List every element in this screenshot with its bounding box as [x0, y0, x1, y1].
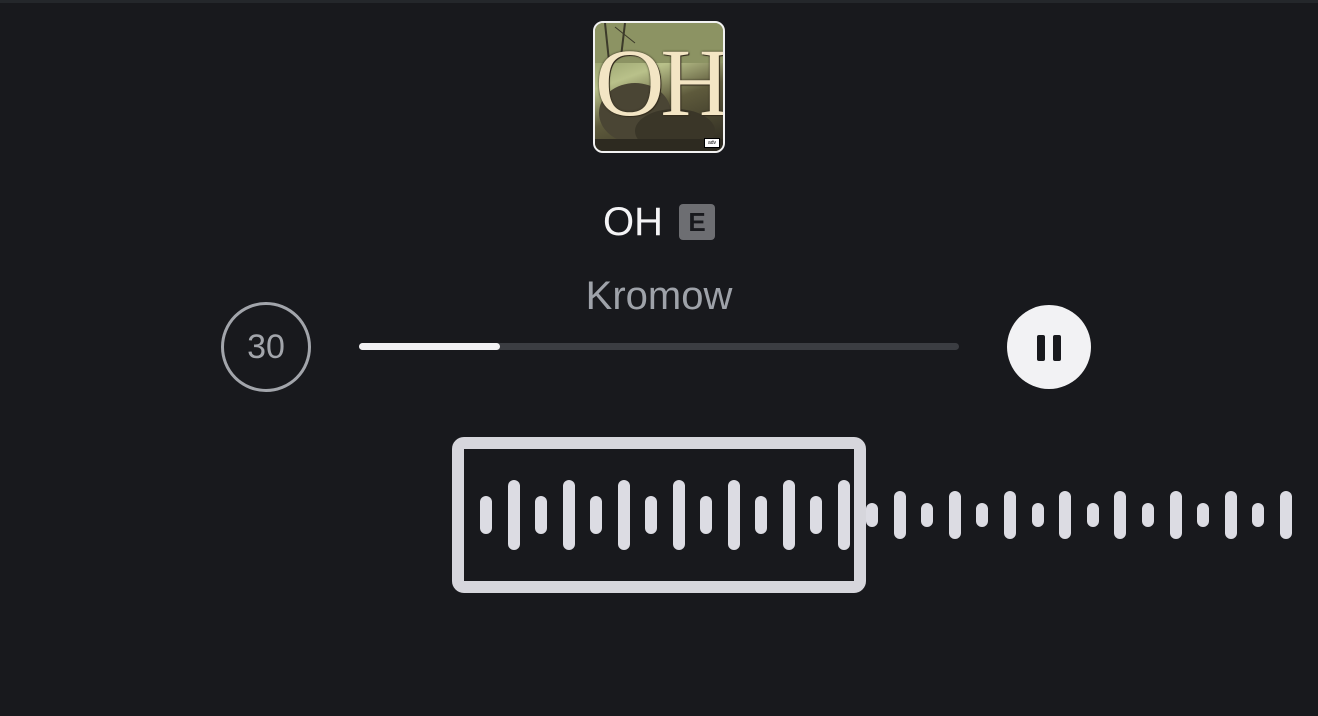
waveform-bar	[1280, 491, 1292, 539]
waveform-bar	[948, 491, 961, 539]
artist-name[interactable]: Kromow	[0, 272, 1318, 320]
waveform-bar	[1004, 491, 1016, 539]
waveform-bar	[1031, 503, 1044, 527]
album-art: OH adv	[593, 21, 725, 153]
waveform-bar	[1169, 491, 1182, 539]
rewind-30-label: 30	[247, 328, 285, 366]
pause-button[interactable]	[1007, 305, 1091, 389]
progress-bar[interactable]	[359, 343, 959, 350]
waveform-bar	[1142, 503, 1154, 527]
selection-frame[interactable]	[452, 437, 866, 593]
waveform-bar	[1197, 503, 1210, 527]
explicit-badge: E	[679, 204, 715, 240]
rewind-30-button[interactable]: 30	[221, 302, 311, 392]
waveform-bar	[866, 503, 878, 527]
waveform-bar	[921, 503, 934, 527]
pause-icon-left-bar	[1037, 335, 1045, 361]
top-divider	[0, 0, 1318, 3]
waveform-bar	[893, 491, 906, 539]
waveform-bar	[1059, 491, 1072, 539]
parental-advisory-label: adv	[704, 138, 720, 148]
waveform-bar	[1114, 491, 1127, 539]
waveform-bar	[1086, 503, 1099, 527]
pause-icon-right-bar	[1053, 335, 1061, 361]
progress-fill	[359, 343, 500, 350]
album-cover-text: OH	[595, 29, 725, 136]
title-row: OH E	[0, 198, 1318, 246]
waveform-bar	[1224, 491, 1237, 539]
waveform-bar	[976, 503, 989, 527]
track-title: OH	[603, 200, 663, 244]
waveform-bar	[1252, 503, 1265, 527]
